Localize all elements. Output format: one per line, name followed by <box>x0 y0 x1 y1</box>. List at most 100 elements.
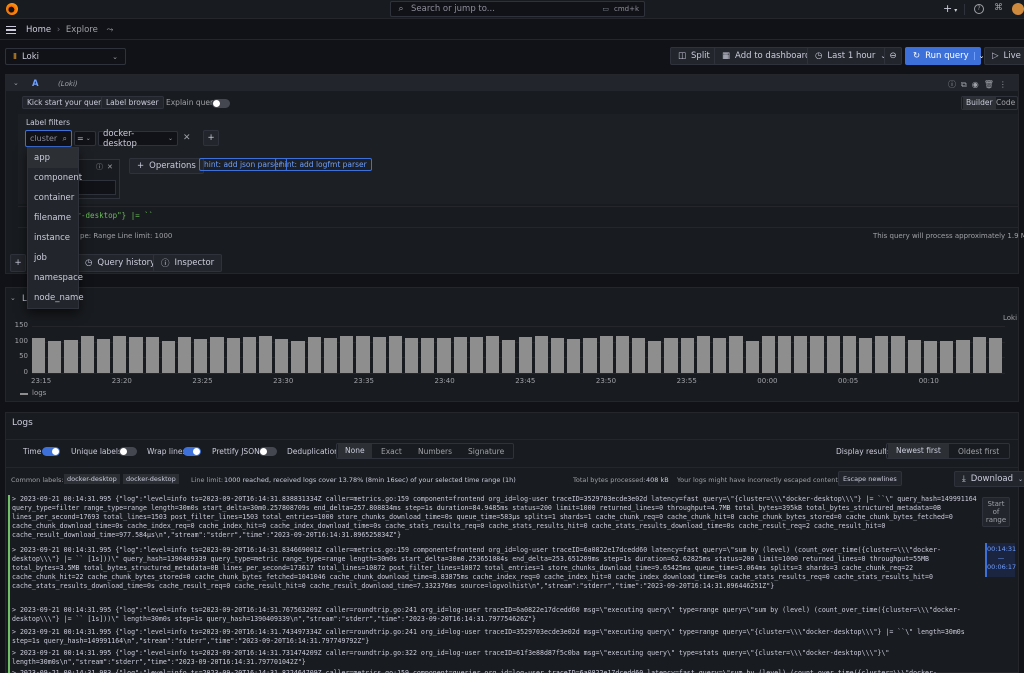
search-bar[interactable]: ⌕ Search or jump to... ▭ cmd+k <box>390 1 645 17</box>
drag-handle-icon[interactable]: ⋮ <box>999 80 1012 89</box>
label-option-container[interactable]: container <box>28 188 78 208</box>
refresh-icon: ↻ <box>913 51 921 61</box>
zoom-out-button[interactable]: ⊖ <box>884 47 902 65</box>
newest-first-option[interactable]: Newest first <box>888 444 949 458</box>
graph-panel <box>5 287 1019 402</box>
clock-icon: ◷ <box>815 51 823 61</box>
add-query-button[interactable]: + <box>10 254 26 272</box>
log-range-nav[interactable]: 00:14:31 — 00:06:17 <box>985 543 1017 577</box>
loki-icon: Ⅱ <box>13 52 17 61</box>
builder-tab[interactable]: Builder <box>963 97 996 109</box>
nav-range-dash: — <box>997 554 1005 562</box>
time-toggle[interactable] <box>42 447 60 456</box>
split-button[interactable]: ◫ Split <box>670 47 718 65</box>
new-menu-button[interactable]: + ▾ <box>943 2 957 15</box>
trash-icon[interactable]: 🗑 <box>984 80 999 89</box>
hint-logfmt-parser[interactable]: hint: add logfmt parser <box>275 158 372 171</box>
help-icon[interactable]: ⓘ <box>948 80 961 89</box>
raw-query-preview <box>18 206 1018 226</box>
operations-button[interactable]: + Operations <box>129 158 204 174</box>
escape-newlines-button[interactable]: Escape newlines <box>838 471 902 486</box>
log-level-bar <box>8 495 10 673</box>
zoom-out-icon: ⊖ <box>889 51 897 61</box>
query-options-summary[interactable]: pe: Range Line limit: 1000 <box>80 232 172 240</box>
legend-label[interactable]: logs <box>32 389 46 397</box>
run-query-button[interactable]: ↻ Run query ⌄ <box>905 47 985 65</box>
label-option-filename[interactable]: filename <box>28 208 78 228</box>
label-value-select[interactable]: docker-desktop ⌄ <box>98 129 178 149</box>
label-option-node-name[interactable]: node_name <box>28 288 84 308</box>
search-placeholder: Search or jump to... <box>411 4 495 14</box>
log-line[interactable]: > 2023-09-21 00:14:31.995 {"log":"level=… <box>12 628 977 648</box>
query-datasource-tag: (Loki) <box>58 80 78 88</box>
plus-icon: + <box>943 2 953 15</box>
wrap-lines-toggle[interactable] <box>183 447 201 456</box>
chevron-down-icon: ⌄ <box>112 52 118 61</box>
hint-json-parser[interactable]: hint: add json parser <box>199 158 287 171</box>
deduplication-label: Deduplication <box>287 447 339 456</box>
log-line[interactable]: > 2023-09-21 00:14:31.995 {"log":"level=… <box>12 606 977 626</box>
info-icon: ⓘ <box>161 259 170 269</box>
label-browser-button[interactable]: Label browser <box>101 96 164 109</box>
start-of-range-button[interactable]: Start of range <box>982 497 1010 527</box>
kick-start-button[interactable]: Kick start your query <box>22 96 111 109</box>
label-option-app[interactable]: app <box>28 148 78 168</box>
collapse-icon[interactable]: ⌄ <box>13 79 19 87</box>
copy-icon[interactable]: ⧉ <box>961 80 972 89</box>
close-icon[interactable]: ✕ <box>107 163 117 171</box>
prettify-json-label: Prettify JSON <box>212 447 260 456</box>
time-range-picker[interactable]: ◷ Last 1 hour ⌄ <box>807 47 895 65</box>
log-line[interactable]: > 2023-09-21 00:14:31.995 {"log":"level=… <box>12 649 977 669</box>
label-option-namespace[interactable]: namespace <box>28 268 83 288</box>
log-line[interactable]: > 2023-09-21 00:14:31.995 {"log":"level=… <box>12 495 977 544</box>
eye-icon[interactable]: ◉ <box>972 80 984 89</box>
query-history-button[interactable]: ◷ Query history <box>77 254 164 272</box>
code-tab[interactable]: Code <box>996 98 1015 107</box>
datasource-picker[interactable]: Ⅱ Loki ⌄ <box>5 48 126 65</box>
add-filter-button[interactable]: + <box>203 130 219 146</box>
remove-filter-icon[interactable]: ✕ <box>183 133 191 143</box>
prettify-json-toggle[interactable] <box>259 447 277 456</box>
news-icon[interactable]: ⌘ <box>994 3 1004 14</box>
operations-label: Operations <box>149 161 196 171</box>
label-option-component[interactable]: component <box>28 168 82 188</box>
share-icon[interactable]: ⤳ <box>107 25 114 35</box>
start-of-range-label: Start of range <box>985 500 1007 524</box>
label-select[interactable]: cluster ⌕ <box>25 130 72 147</box>
add-to-dashboard-button[interactable]: ▦ Add to dashboard <box>714 47 819 65</box>
oldest-first-option[interactable]: Oldest first <box>958 447 999 456</box>
query-ref[interactable]: A <box>32 79 39 89</box>
live-button[interactable]: ▷ Live <box>984 47 1024 65</box>
query-processing-note: This query will process approximately 1.… <box>873 232 1024 240</box>
dedup-exact[interactable]: Exact <box>381 447 402 456</box>
chevron-down-icon[interactable]: ⌄ <box>973 52 985 60</box>
label-option-job[interactable]: job <box>28 248 78 268</box>
dedup-none[interactable]: None <box>338 444 372 458</box>
dedup-signature[interactable]: Signature <box>468 447 504 456</box>
query-actions: ⓘ⧉◉🗑⋮ <box>948 79 1012 90</box>
unique-labels-toggle[interactable] <box>119 447 137 456</box>
label-option-instance[interactable]: instance <box>28 228 78 248</box>
operator-select[interactable]: = ⌄ <box>74 131 96 146</box>
breadcrumb-home[interactable]: Home <box>26 25 51 35</box>
log-line[interactable]: > 2023-09-21 00:14:31.983 {"log":"level=… <box>12 669 977 673</box>
info-icon[interactable]: ⓘ <box>96 163 107 171</box>
display-results-label: Display results <box>836 447 892 456</box>
nav-range-top: 00:14:31 <box>987 545 1017 553</box>
log-line[interactable]: > 2023-09-21 00:14:31.995 {"log":"level=… <box>12 546 977 604</box>
grafana-logo-icon[interactable] <box>6 3 18 15</box>
download-button[interactable]: ⤓ Download ⌄ <box>954 471 1024 487</box>
common-label-badge: docker-desktop <box>123 474 179 484</box>
label-browser-label: Label browser <box>106 98 159 107</box>
avatar[interactable] <box>1012 3 1024 15</box>
explain-query-toggle[interactable] <box>212 99 230 108</box>
add-to-dashboard-label: Add to dashboard <box>735 51 811 61</box>
graph-collapse-icon[interactable]: ⌄ <box>10 294 16 302</box>
dedup-numbers[interactable]: Numbers <box>418 447 452 456</box>
inspector-button[interactable]: ⓘ Inspector <box>153 254 223 272</box>
help-icon[interactable]: ? <box>974 4 984 14</box>
menu-icon[interactable] <box>6 26 16 34</box>
split-icon: ◫ <box>678 51 687 61</box>
history-icon: ◷ <box>85 258 93 268</box>
series-label: Loki <box>1003 314 1018 322</box>
